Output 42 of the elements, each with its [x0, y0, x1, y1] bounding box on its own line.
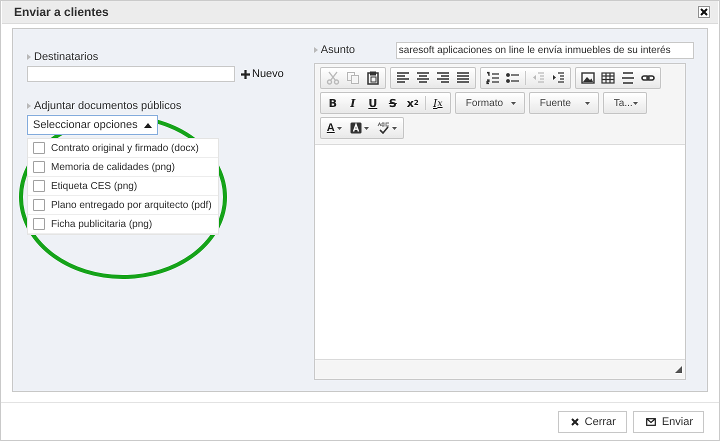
option-item[interactable]: Ficha publicitaria (png) — [28, 215, 218, 234]
option-item[interactable]: Contrato original y firmado (docx) — [28, 139, 218, 158]
highlight-color-icon — [350, 122, 362, 134]
spellcheck-icon — [376, 122, 390, 134]
attachments-label: Adjuntar documentos públicos — [34, 100, 182, 112]
format-button[interactable]: I — [342, 94, 363, 112]
option-item[interactable]: Etiqueta CES (png) — [28, 177, 218, 196]
caret-icon — [392, 126, 397, 130]
checkbox[interactable] — [33, 199, 45, 211]
resize-handle-icon[interactable] — [674, 366, 682, 373]
plus-icon — [241, 70, 250, 78]
subject-label: Asunto — [320, 44, 356, 56]
subject-field[interactable]: saresoft aplicaciones on line le envía inmuebles de su interés — [396, 42, 694, 58]
close-button[interactable]: Cerrar — [558, 411, 627, 433]
triangle-icon — [314, 47, 318, 53]
option-item[interactable]: Memoria de calidades (png) — [28, 158, 218, 177]
checkbox[interactable] — [33, 142, 45, 154]
options-dropdown[interactable]: Seleccionar opciones — [27, 115, 158, 135]
option-item[interactable]: Plano entregado por arquitecto (pdf) — [28, 196, 218, 215]
format-button[interactable]: B — [322, 94, 343, 112]
send-button[interactable]: Enviar — [632, 411, 704, 433]
caret-icon — [510, 102, 516, 104]
triangle-icon — [27, 103, 31, 109]
envelope-icon — [646, 418, 656, 426]
caret-icon — [144, 122, 152, 128]
caret-icon — [336, 126, 342, 130]
checkbox[interactable] — [33, 180, 45, 192]
format-button[interactable]: U — [362, 94, 383, 112]
recipients-label: Destinatarios — [34, 51, 98, 63]
recipients-field[interactable] — [27, 66, 235, 82]
caret-icon — [584, 102, 590, 104]
format-button[interactable]: x$^{2}$ — [402, 94, 423, 112]
checkbox[interactable] — [33, 218, 45, 230]
new-link[interactable]: Nuevo — [241, 68, 284, 80]
format-button[interactable]: S — [382, 94, 403, 112]
close-icon[interactable] — [698, 6, 710, 18]
checkbox[interactable] — [33, 161, 45, 173]
caret-icon — [632, 102, 638, 104]
close-icon — [570, 418, 579, 426]
triangle-icon — [27, 54, 31, 60]
dialog-title: Enviar a clientes — [14, 5, 109, 19]
caret-icon — [364, 126, 369, 130]
